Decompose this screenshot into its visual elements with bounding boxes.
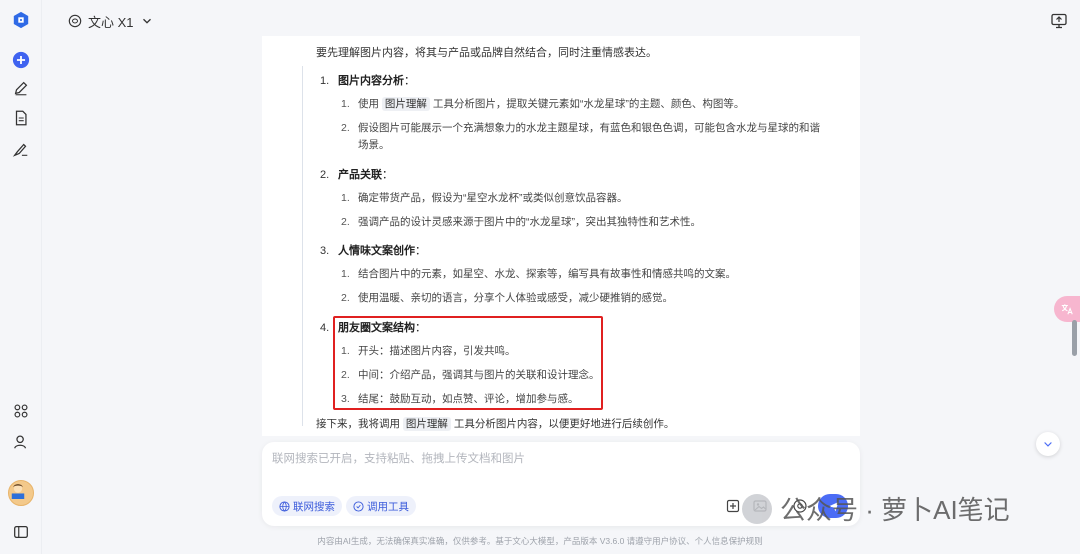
outro-text: 接下来，我将调用 图片理解 工具分析图片内容，以便更好地进行后续创作。: [316, 417, 675, 431]
screen-share-icon[interactable]: [1050, 12, 1068, 30]
section-heading: 2. 产品关联：: [320, 169, 393, 181]
left-sidebar: [0, 0, 42, 554]
list-item: 1. 使用 图片理解 工具分析图片，提取关键元素如“水龙星球”的主题、颜色、构图等…: [341, 97, 745, 111]
chat-input[interactable]: 联网搜索已开启，支持粘贴、拖拽上传文档和图片: [272, 450, 525, 466]
web-search-chip[interactable]: 联网搜索: [272, 496, 342, 516]
upload-file-icon[interactable]: [725, 498, 741, 514]
model-name: 文心 X1: [88, 14, 134, 30]
model-icon: [68, 14, 82, 28]
highlight-box: [333, 316, 603, 410]
user-icon[interactable]: [11, 432, 31, 452]
avatar[interactable]: [8, 480, 34, 506]
chevron-down-icon: [142, 18, 151, 24]
wechat-logo-icon: [742, 493, 772, 524]
list-item: 1. 结合图片中的元素，如星空、水龙、探索等，编写具有故事性和情感共鸣的文案。: [341, 268, 736, 280]
brush-icon[interactable]: [11, 139, 31, 159]
response-content: 要先理解图片内容，将其与产品或品牌自然结合，同时注重情感表达。 1. 图片内容分析…: [262, 36, 860, 436]
intro-text: 要先理解图片内容，将其与产品或品牌自然结合，同时注重情感表达。: [316, 47, 657, 59]
model-selector[interactable]: 文心 X1: [68, 12, 154, 30]
new-chat-icon[interactable]: [11, 50, 31, 70]
tool-tag: 图片理解: [381, 97, 430, 111]
section-heading: 1. 图片内容分析：: [320, 75, 415, 87]
document-icon[interactable]: [11, 108, 31, 128]
list-item-continuation: 场景。: [358, 139, 390, 151]
scroll-to-bottom-button[interactable]: [1036, 432, 1060, 456]
tool-tag: 图片理解: [402, 417, 451, 431]
list-guide-line: [302, 66, 303, 426]
apps-grid-icon[interactable]: [11, 401, 31, 421]
pen-icon[interactable]: [11, 78, 31, 98]
section-heading: 3. 人情味文案创作：: [320, 245, 426, 257]
translate-icon: [1061, 304, 1073, 315]
footer-disclaimer: 内容由AI生成，无法确保真实准确，仅供参考。基于文心大模型，产品版本 V3.6.…: [317, 536, 763, 546]
watermark: 公众号 · 萝卜AI笔记: [742, 490, 1010, 527]
translate-float-button[interactable]: [1054, 296, 1080, 322]
list-item: 1. 确定带货产品，假设为“星空水龙杯”或类似创意饮品容器。: [341, 192, 628, 204]
chevron-down-icon: [1044, 442, 1052, 447]
tool-icon: [353, 500, 364, 512]
call-tools-chip[interactable]: 调用工具: [346, 496, 416, 516]
scrollbar[interactable]: [1072, 320, 1077, 356]
globe-icon: [279, 500, 290, 512]
list-item: 2. 假设图片可能展示一个充满想象力的水龙主题星球，有蓝色和银色色调，可能包含水龙…: [341, 122, 820, 134]
list-item: 2. 强调产品的设计灵感来源于图片中的“水龙星球”，突出其独特性和艺术性。: [341, 216, 701, 228]
list-item: 2. 使用温暖、亲切的语言，分享个人体验或感受，减少硬推销的感觉。: [341, 292, 673, 304]
app-logo-icon[interactable]: [11, 10, 31, 30]
